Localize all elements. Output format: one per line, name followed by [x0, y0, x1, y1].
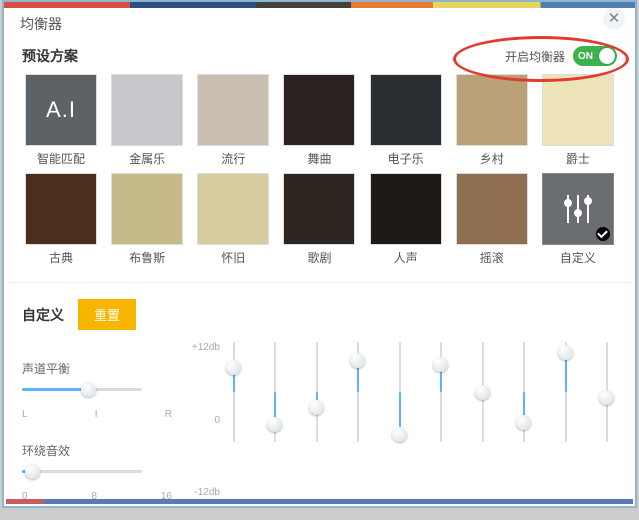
preset-grid: A.I 智能匹配 金属乐 流行 舞曲 电子乐 乡村 爵士古典 布鲁斯 怀旧 歌剧 人声 摇滚 自定义 — [22, 74, 617, 266]
balance-control: 声道平衡 L I R — [22, 360, 172, 420]
preset-label: 摇滚 — [480, 249, 504, 266]
preset-label: 歌剧 — [307, 249, 331, 266]
sliders-icon — [558, 189, 598, 229]
preset-thumb — [456, 173, 528, 245]
enable-eq-toggle[interactable]: ON — [573, 46, 617, 66]
preset-thumb — [370, 173, 442, 245]
eq-band-slider[interactable] — [309, 342, 325, 442]
surround-knob[interactable] — [25, 464, 40, 479]
balance-tick-r: R — [165, 409, 172, 420]
preset-item[interactable]: 电子乐 — [367, 74, 445, 167]
preset-thumb — [370, 74, 442, 146]
preset-thumb — [25, 173, 97, 245]
preset-item[interactable]: 流行 — [194, 74, 272, 167]
preset-label: 自定义 — [560, 249, 596, 266]
eq-band-slider[interactable] — [267, 342, 283, 442]
preset-thumb — [283, 173, 355, 245]
close-button[interactable]: ✕ — [603, 8, 625, 30]
balance-knob[interactable] — [81, 382, 96, 397]
preset-item[interactable]: A.I 智能匹配 — [22, 74, 100, 167]
eq-bands — [224, 338, 617, 502]
balance-label: 声道平衡 — [22, 360, 172, 377]
preset-item[interactable]: 摇滚 — [453, 173, 531, 266]
preset-label: 乡村 — [480, 150, 504, 167]
equalizer-window: ✕ 均衡器 预设方案 开启均衡器 ON A.I 智能匹配 金属乐 流行 舞曲 电子乐 乡村 爵… — [2, 0, 637, 508]
eq-band-knob[interactable] — [475, 385, 490, 400]
preset-item[interactable]: 乡村 — [453, 74, 531, 167]
eq-panel: +12db 0 -12db — [186, 338, 617, 502]
preset-thumb — [111, 173, 183, 245]
preset-label: 怀旧 — [221, 249, 245, 266]
preset-item[interactable]: 自定义 — [539, 173, 617, 266]
preset-section-title: 预设方案 — [22, 46, 78, 66]
preset-label: 舞曲 — [307, 150, 331, 167]
eq-band-slider[interactable] — [226, 342, 242, 442]
eq-band-slider[interactable] — [558, 342, 574, 442]
preset-thumb — [542, 74, 614, 146]
check-icon — [596, 227, 610, 241]
balance-tick-c: I — [95, 409, 98, 420]
eq-db-high: +12db — [186, 342, 220, 353]
eq-band-slider[interactable] — [516, 342, 532, 442]
preset-item[interactable]: 爵士 — [539, 74, 617, 167]
window-bottom-accent — [6, 499, 633, 504]
preset-item[interactable]: 古典 — [22, 173, 100, 266]
window-title: 均衡器 — [4, 8, 635, 36]
divider — [8, 282, 631, 283]
preset-item[interactable]: 金属乐 — [108, 74, 186, 167]
eq-band-knob[interactable] — [599, 390, 614, 405]
preset-item[interactable]: 舞曲 — [280, 74, 358, 167]
preset-thumb — [542, 173, 614, 245]
preset-label: 古典 — [49, 249, 73, 266]
eq-db-mid: 0 — [186, 415, 220, 426]
eq-band-knob[interactable] — [558, 345, 573, 360]
surround-label: 环绕音效 — [22, 442, 172, 459]
eq-band-knob[interactable] — [267, 417, 282, 432]
reset-button[interactable]: 重置 — [78, 299, 136, 330]
preset-item[interactable]: 怀旧 — [194, 173, 272, 266]
preset-label: 智能匹配 — [37, 150, 85, 167]
preset-label: 人声 — [394, 249, 418, 266]
custom-section-title: 自定义 — [22, 305, 64, 325]
eq-db-low: -12db — [186, 487, 220, 498]
surround-control: 环绕音效 0 8 16 — [22, 442, 172, 502]
eq-band-slider[interactable] — [599, 342, 615, 442]
toggle-state-text: ON — [578, 51, 593, 62]
surround-slider[interactable] — [22, 465, 142, 479]
eq-band-knob[interactable] — [392, 427, 407, 442]
balance-slider[interactable] — [22, 383, 142, 397]
preset-thumb — [456, 74, 528, 146]
preset-label: 金属乐 — [129, 150, 165, 167]
preset-thumb — [197, 74, 269, 146]
preset-thumb — [111, 74, 183, 146]
balance-tick-l: L — [22, 409, 28, 420]
eq-band-slider[interactable] — [475, 342, 491, 442]
eq-band-knob[interactable] — [433, 357, 448, 372]
preset-label: 爵士 — [566, 150, 590, 167]
eq-band-knob[interactable] — [226, 360, 241, 375]
preset-label: 布鲁斯 — [129, 249, 165, 266]
preset-label: 流行 — [221, 150, 245, 167]
eq-band-knob[interactable] — [309, 400, 324, 415]
preset-item[interactable]: 布鲁斯 — [108, 173, 186, 266]
eq-band-slider[interactable] — [433, 342, 449, 442]
preset-label: 电子乐 — [388, 150, 424, 167]
preset-thumb: A.I — [25, 74, 97, 146]
preset-item[interactable]: 人声 — [367, 173, 445, 266]
enable-eq-label: 开启均衡器 — [505, 48, 565, 65]
eq-band-knob[interactable] — [350, 353, 365, 368]
preset-thumb — [197, 173, 269, 245]
eq-band-slider[interactable] — [392, 342, 408, 442]
preset-thumb — [283, 74, 355, 146]
eq-band-slider[interactable] — [350, 342, 366, 442]
toggle-knob — [599, 48, 615, 64]
preset-item[interactable]: 歌剧 — [280, 173, 358, 266]
eq-band-knob[interactable] — [516, 415, 531, 430]
window-accent-bar — [4, 2, 635, 8]
